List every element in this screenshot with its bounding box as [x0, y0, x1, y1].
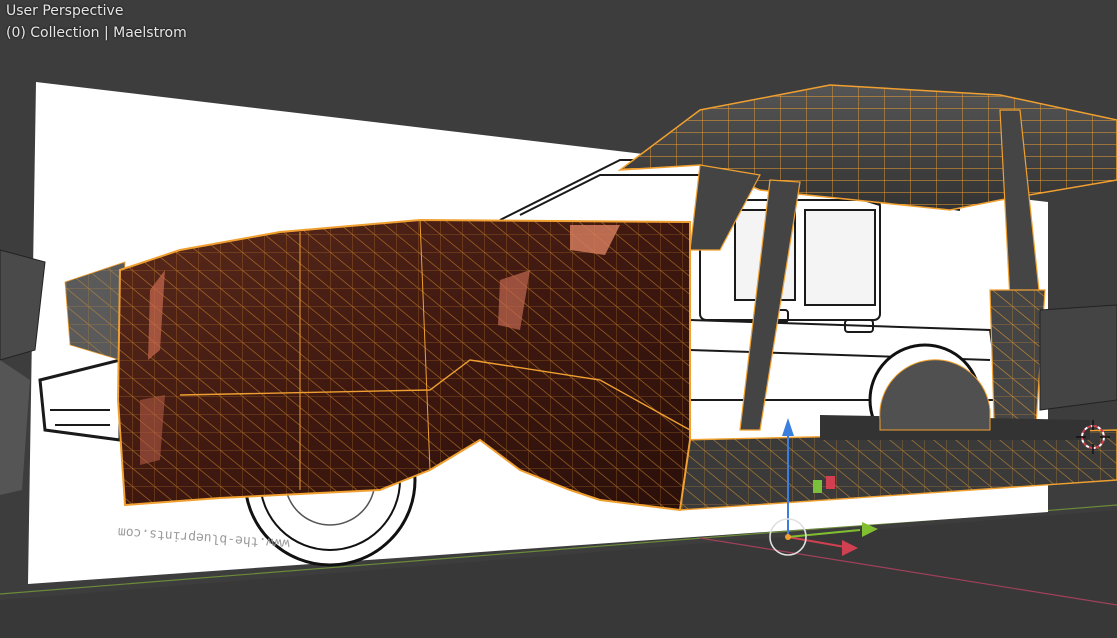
3d-viewport[interactable]: www.the-blueprints.com User Perspective … — [0, 0, 1117, 638]
car-front-body-mesh[interactable] — [116, 218, 691, 512]
collection-object-label: (0) Collection | Maelstrom — [6, 25, 187, 41]
scene-canvas[interactable]: www.the-blueprints.com — [0, 0, 1117, 638]
view-perspective-label: User Perspective — [6, 3, 124, 19]
